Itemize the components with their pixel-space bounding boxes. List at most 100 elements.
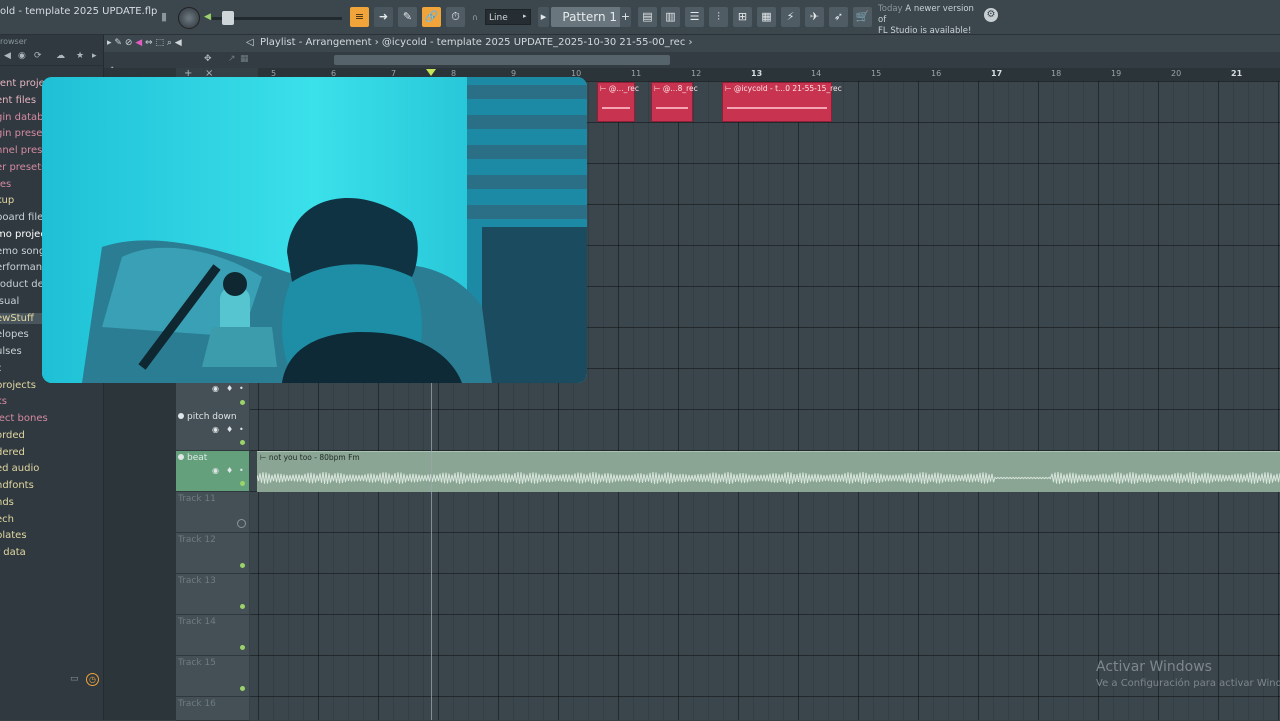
horizontal-scroll-thumb[interactable] (334, 55, 670, 65)
playback-icon[interactable]: ◀ (175, 38, 182, 48)
pattern-select[interactable]: Pattern 1 (551, 7, 621, 27)
track-rec-icon[interactable]: • (239, 384, 244, 393)
cart-icon[interactable]: 🛒 (853, 7, 872, 27)
metronome-icon[interactable]: ⏱ (446, 7, 465, 27)
master-volume-knob[interactable] (178, 7, 200, 29)
audio-clip[interactable]: ⊢ @..._rec (597, 82, 639, 122)
browser-item[interactable]: nds (0, 497, 14, 508)
menu-scroll-icon[interactable]: ▮ (158, 7, 170, 27)
browser-item[interactable]: orded (0, 430, 25, 441)
slip-icon[interactable]: ⇔ (145, 38, 153, 48)
back-icon[interactable]: ◉ (18, 51, 26, 61)
browser-item[interactable]: ed audio (0, 463, 39, 474)
piano-roll-icon[interactable]: ▥ (661, 7, 680, 27)
browser-item[interactable]: projects (0, 380, 36, 391)
menu-arrow-icon[interactable]: ▸ (107, 38, 112, 48)
browser-item[interactable]: ks (0, 396, 7, 407)
track-header-13[interactable]: Track 13 (176, 574, 249, 615)
link-icon[interactable]: 🔗 (422, 7, 441, 27)
browser-item[interactable]: dered (0, 447, 25, 458)
refresh-icon[interactable]: ⟳ (34, 51, 42, 61)
audio-clip[interactable]: ⊢ @...8_rec (651, 82, 698, 122)
browser-item[interactable]: elopes (0, 329, 29, 340)
magnet-icon[interactable]: ∩ (472, 13, 478, 22)
grid-view-icon[interactable]: ▦ (240, 54, 249, 64)
beat-audio-clip[interactable]: ⊢ not you too - 80bpm Fm (257, 451, 1280, 492)
track-target-icon[interactable] (237, 519, 246, 528)
track-enable-icon[interactable] (178, 454, 184, 460)
track-header-16[interactable]: Track 16 (176, 697, 249, 721)
arrow-right-icon[interactable]: ➜ (374, 7, 393, 27)
browser-item[interactable]: ent files (0, 95, 36, 106)
browser-item[interactable]: c (0, 363, 2, 374)
browser-item[interactable]: ech (0, 514, 14, 525)
browser-item[interactable]: ewStuff (0, 312, 44, 324)
pattern-song-toggle-icon[interactable]: ≡ (350, 7, 369, 27)
track-header-15[interactable]: Track 15 (176, 656, 249, 697)
track-mute-icon[interactable]: ◉ (212, 384, 219, 393)
browser-item[interactable]: r data (0, 547, 26, 558)
tempo-icon[interactable]: ✈ (805, 7, 824, 27)
track-header-pitch-down[interactable]: pitch down ◉ ♦ • (176, 410, 249, 451)
star-icon[interactable]: ★ (76, 51, 84, 61)
track-enable-icon[interactable] (178, 413, 184, 419)
delete-icon[interactable]: ⊘ (125, 38, 133, 48)
bar-number: 19 (1111, 69, 1122, 78)
browser-item[interactable]: isual (0, 296, 19, 307)
browser-item[interactable]: plates (0, 530, 27, 541)
track-header-12[interactable]: Track 12 (176, 533, 249, 574)
audio-clip[interactable]: ⊢ @icycold - t...0 21-55-15_rec (722, 82, 842, 122)
browser-item[interactable]: res (0, 179, 11, 190)
draw-tool-icon[interactable]: ✎ (398, 7, 417, 27)
routing-icon[interactable]: ⊞ (733, 7, 752, 27)
share-icon[interactable]: ➶ (829, 7, 848, 27)
snap-arrows-icon[interactable]: ✥ (204, 54, 212, 64)
bar-number: 11 (631, 69, 642, 78)
browser-item[interactable]: er presets (0, 162, 46, 173)
mixer-icon[interactable]: ⫶ (709, 7, 728, 27)
sidebar-menu-icon[interactable]: ▸ (92, 51, 97, 61)
track-rec-icon[interactable]: • (239, 466, 244, 475)
playlist-scrollbar-area (104, 52, 1280, 68)
track-header-14[interactable]: Track 14 (176, 615, 249, 656)
track-header-beat[interactable]: beat ◉ ♦ • (176, 451, 249, 492)
track-solo-icon[interactable]: ♦ (226, 384, 233, 393)
cloud-icon[interactable]: ☁ (56, 51, 65, 61)
clip-waveform (656, 107, 688, 109)
draw-icon[interactable]: ✎ (114, 38, 122, 48)
track-mute-icon[interactable]: ◉ (212, 466, 219, 475)
plugin-icon[interactable]: ⚡ (781, 7, 800, 27)
track-led-icon (240, 686, 245, 691)
playhead-marker[interactable] (426, 69, 436, 76)
track-led-icon (240, 400, 245, 405)
add-pattern-icon[interactable]: + (620, 7, 631, 27)
track-mute-icon[interactable]: ◉ (212, 425, 219, 434)
stretch-icon[interactable]: ↗ (228, 54, 236, 64)
track-solo-icon[interactable]: ♦ (226, 425, 233, 434)
browser-item[interactable]: kup (0, 195, 14, 206)
select-icon[interactable]: ⬚ (155, 38, 164, 48)
channel-rack-icon[interactable]: ☰ (685, 7, 704, 27)
track-led-icon (240, 481, 245, 486)
browser-item[interactable]: ulses (0, 346, 22, 357)
pattern-prev-icon[interactable]: ▸ (538, 7, 549, 27)
master-pitch-handle[interactable] (222, 11, 234, 25)
news-panel[interactable]: Today A newer version of FL Studio is av… (878, 4, 978, 36)
zoom-icon[interactable]: ⌕ (167, 38, 172, 48)
track-solo-icon[interactable]: ♦ (226, 466, 233, 475)
clock-icon[interactable]: ◷ (86, 673, 99, 686)
browser-item[interactable]: ndfonts (0, 480, 34, 491)
track-rec-icon[interactable]: • (239, 425, 244, 434)
track-header-partial[interactable]: ◉ ♦ • (176, 383, 249, 411)
browser-icon[interactable]: ▦ (757, 7, 776, 27)
playlist-window-icon[interactable]: ▤ (638, 7, 657, 27)
collapse-icon[interactable]: ◀ (4, 51, 11, 61)
chevron-right-icon: ▸ (523, 12, 527, 20)
folder-icon[interactable]: ▭ (70, 674, 79, 684)
fl-logo-icon[interactable]: ⚙ (984, 8, 998, 22)
mute-icon[interactable]: ◀ (135, 38, 142, 48)
browser-item[interactable]: ject bones (0, 413, 48, 424)
track-name: beat (187, 453, 208, 463)
news-today-label: Today (878, 4, 903, 14)
track-header-11[interactable]: Track 11 (176, 492, 249, 533)
